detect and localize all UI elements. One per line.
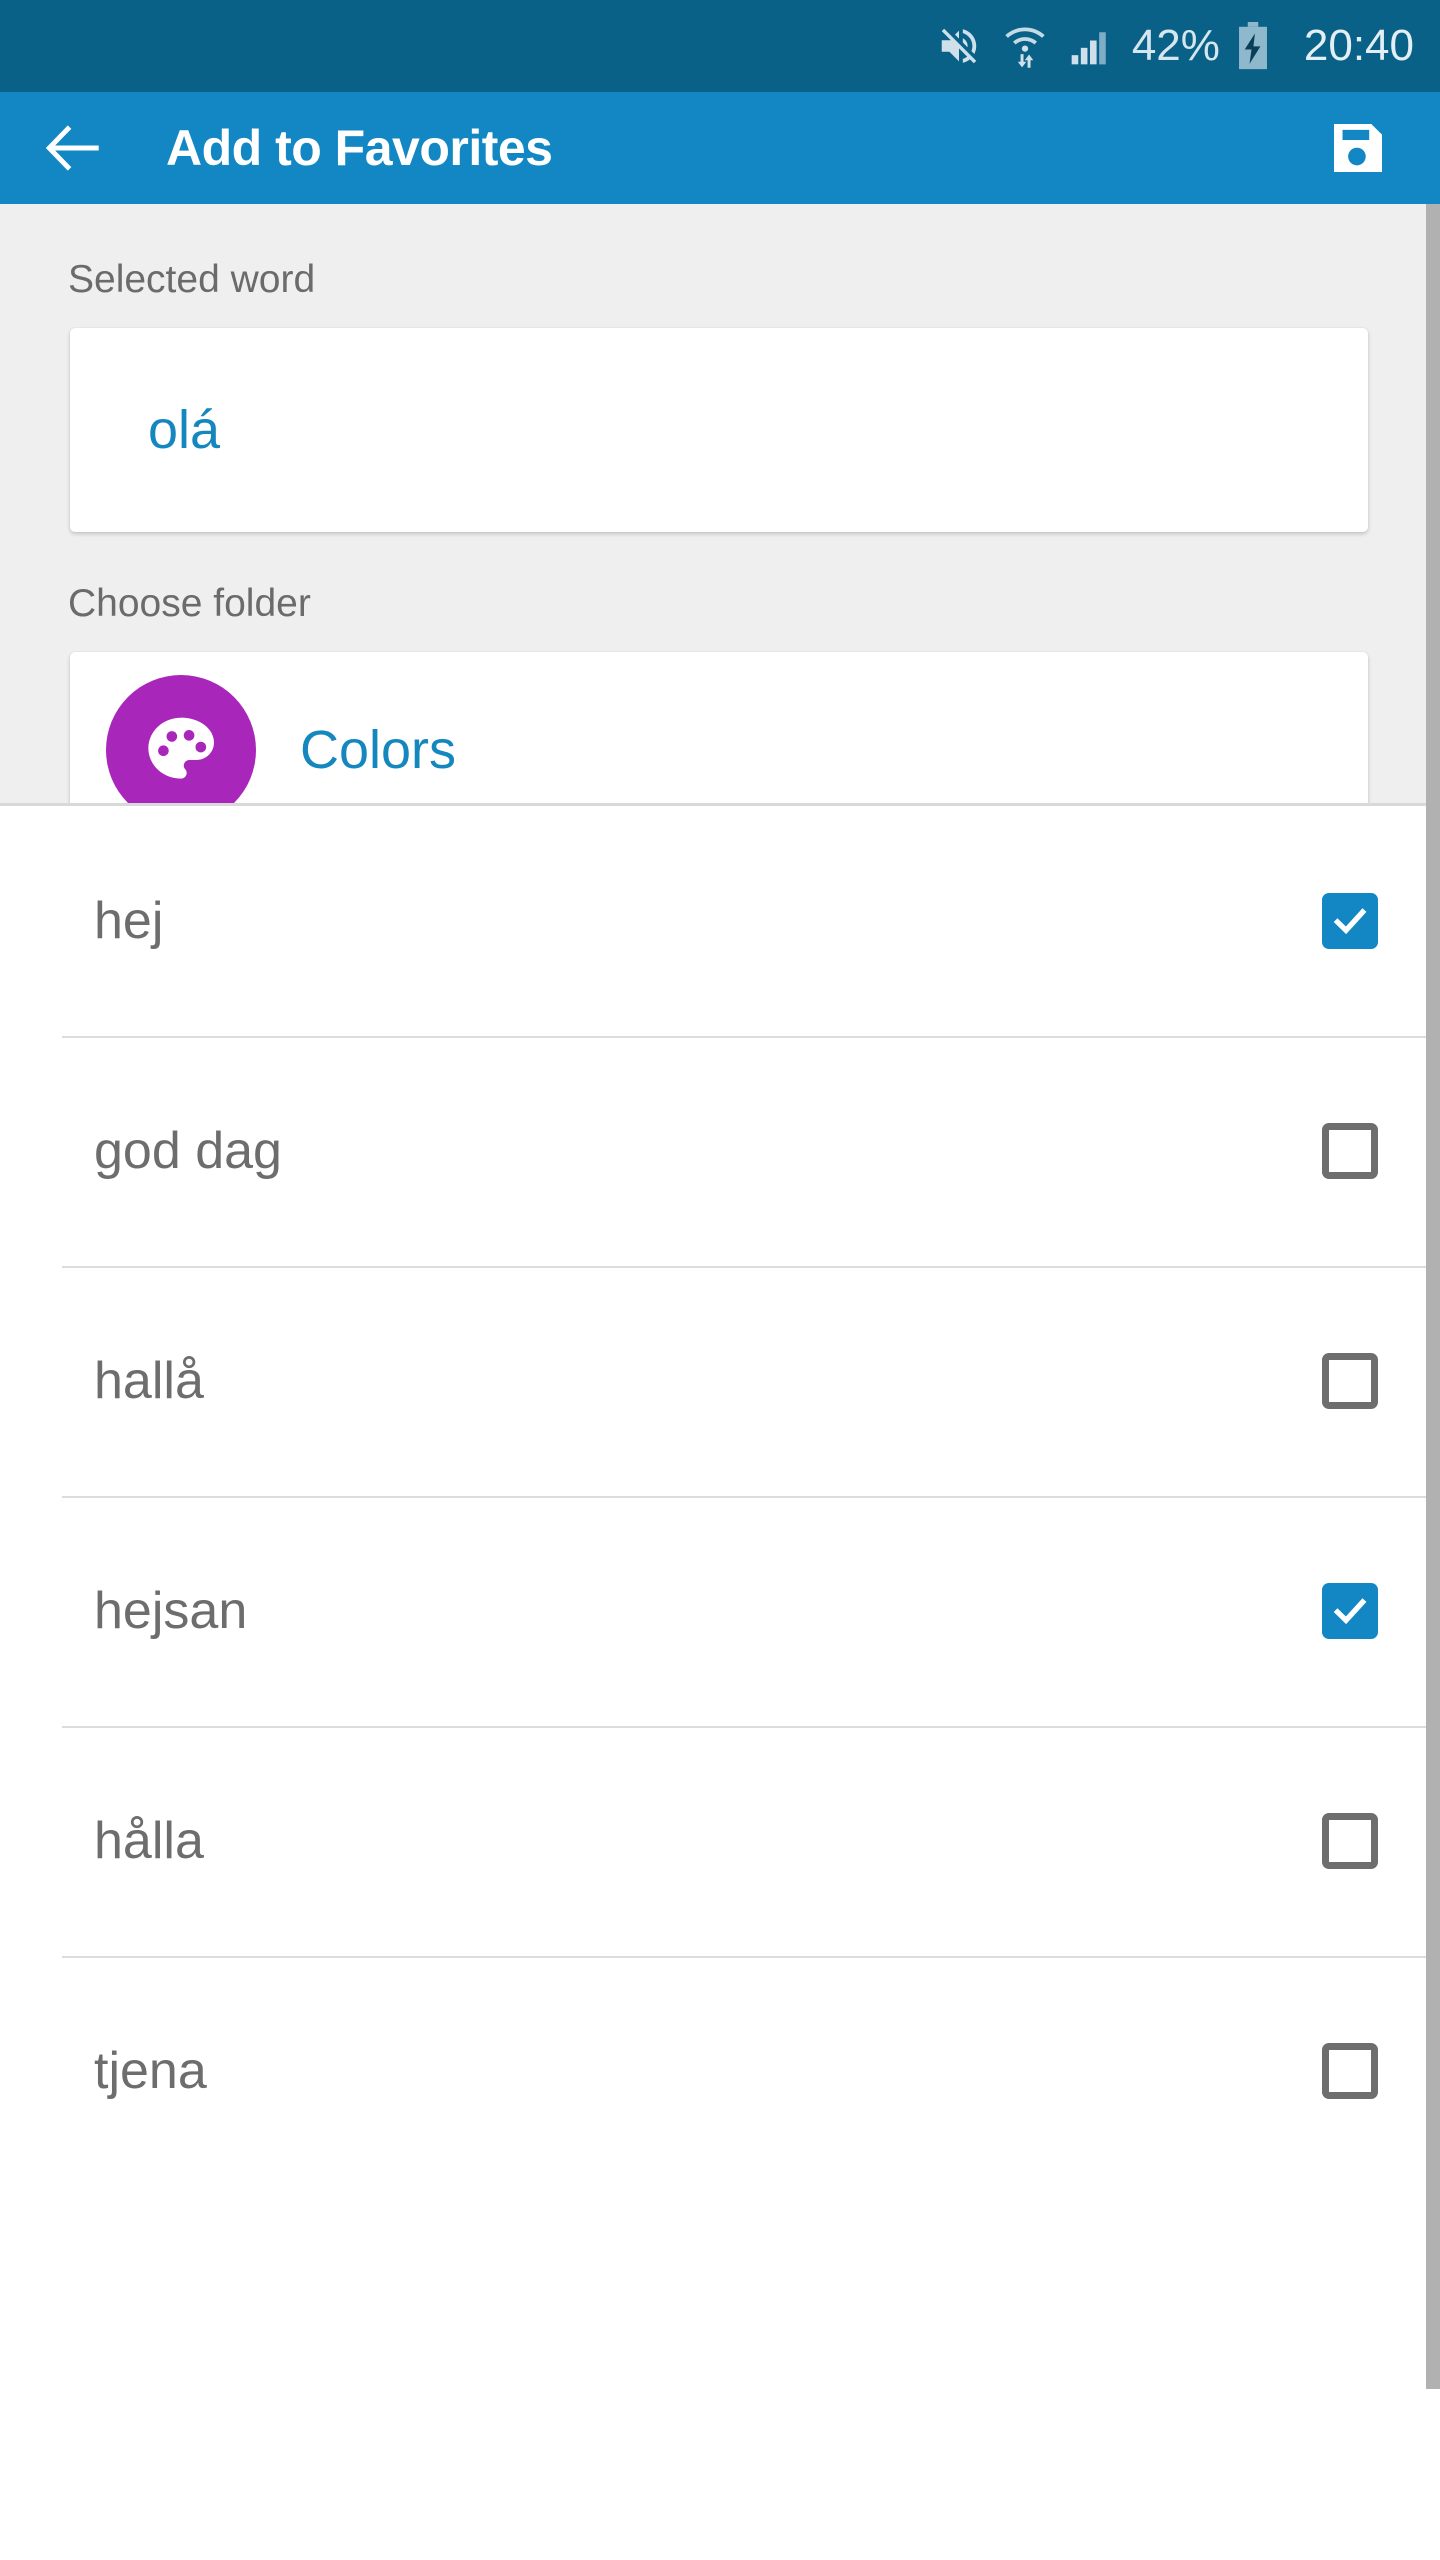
folder-name: Colors xyxy=(300,720,457,780)
translation-checkbox[interactable] xyxy=(1322,1583,1378,1639)
screen-content: Selected word olá Choose folder Colors C… xyxy=(0,204,1440,2560)
choose-folder-label: Choose folder xyxy=(68,582,311,625)
translation-checkbox[interactable] xyxy=(1322,1813,1378,1869)
scrollbar-thumb[interactable] xyxy=(1426,204,1440,2389)
palette-icon xyxy=(106,675,256,825)
translations-list: hej god dag hallå hejsan hålla tjena xyxy=(0,806,1440,2186)
list-item[interactable]: hallå xyxy=(0,1266,1440,1496)
status-icons: 42% 20:40 xyxy=(936,22,1414,70)
selected-word-label: Selected word xyxy=(68,258,316,301)
translation-checkbox[interactable] xyxy=(1322,1353,1378,1409)
list-item[interactable]: god dag xyxy=(0,1036,1440,1266)
back-button[interactable] xyxy=(42,117,104,179)
back-arrow-icon xyxy=(45,125,99,171)
form-section: Selected word olá Choose folder Colors C… xyxy=(0,204,1440,943)
check-icon xyxy=(1333,1598,1367,1625)
list-item[interactable]: hålla xyxy=(0,1726,1440,1956)
save-floppy-icon xyxy=(1334,124,1382,172)
translation-label: god dag xyxy=(94,1122,282,1180)
check-icon xyxy=(1333,908,1367,935)
translation-label: hallå xyxy=(94,1352,204,1410)
translation-checkbox[interactable] xyxy=(1322,893,1378,949)
selected-word-value: olá xyxy=(148,400,221,460)
app-bar: Add to Favorites xyxy=(0,92,1440,204)
translation-checkbox[interactable] xyxy=(1322,1123,1378,1179)
battery-charging-icon xyxy=(1236,22,1270,70)
list-item[interactable]: hejsan xyxy=(0,1496,1440,1726)
status-bar: 42% 20:40 xyxy=(0,0,1440,92)
translation-checkbox[interactable] xyxy=(1322,2043,1378,2099)
save-button[interactable] xyxy=(1326,116,1390,180)
page-title: Add to Favorites xyxy=(166,120,553,176)
list-item[interactable]: tjena xyxy=(0,1956,1440,2186)
mute-icon xyxy=(936,23,982,69)
wifi-icon xyxy=(1002,22,1048,70)
translation-label: hålla xyxy=(94,1812,204,1870)
battery-percent-label: 42% xyxy=(1131,21,1220,70)
selected-word-card[interactable]: olá xyxy=(70,328,1368,532)
signal-icon xyxy=(1068,24,1112,68)
vertical-scrollbar[interactable] xyxy=(1426,204,1440,2560)
translation-label: hej xyxy=(94,892,164,950)
status-clock: 20:40 xyxy=(1303,21,1414,70)
translation-label: hejsan xyxy=(94,1582,248,1640)
translation-label: tjena xyxy=(94,2042,207,2100)
list-item[interactable]: hej xyxy=(0,806,1440,1036)
